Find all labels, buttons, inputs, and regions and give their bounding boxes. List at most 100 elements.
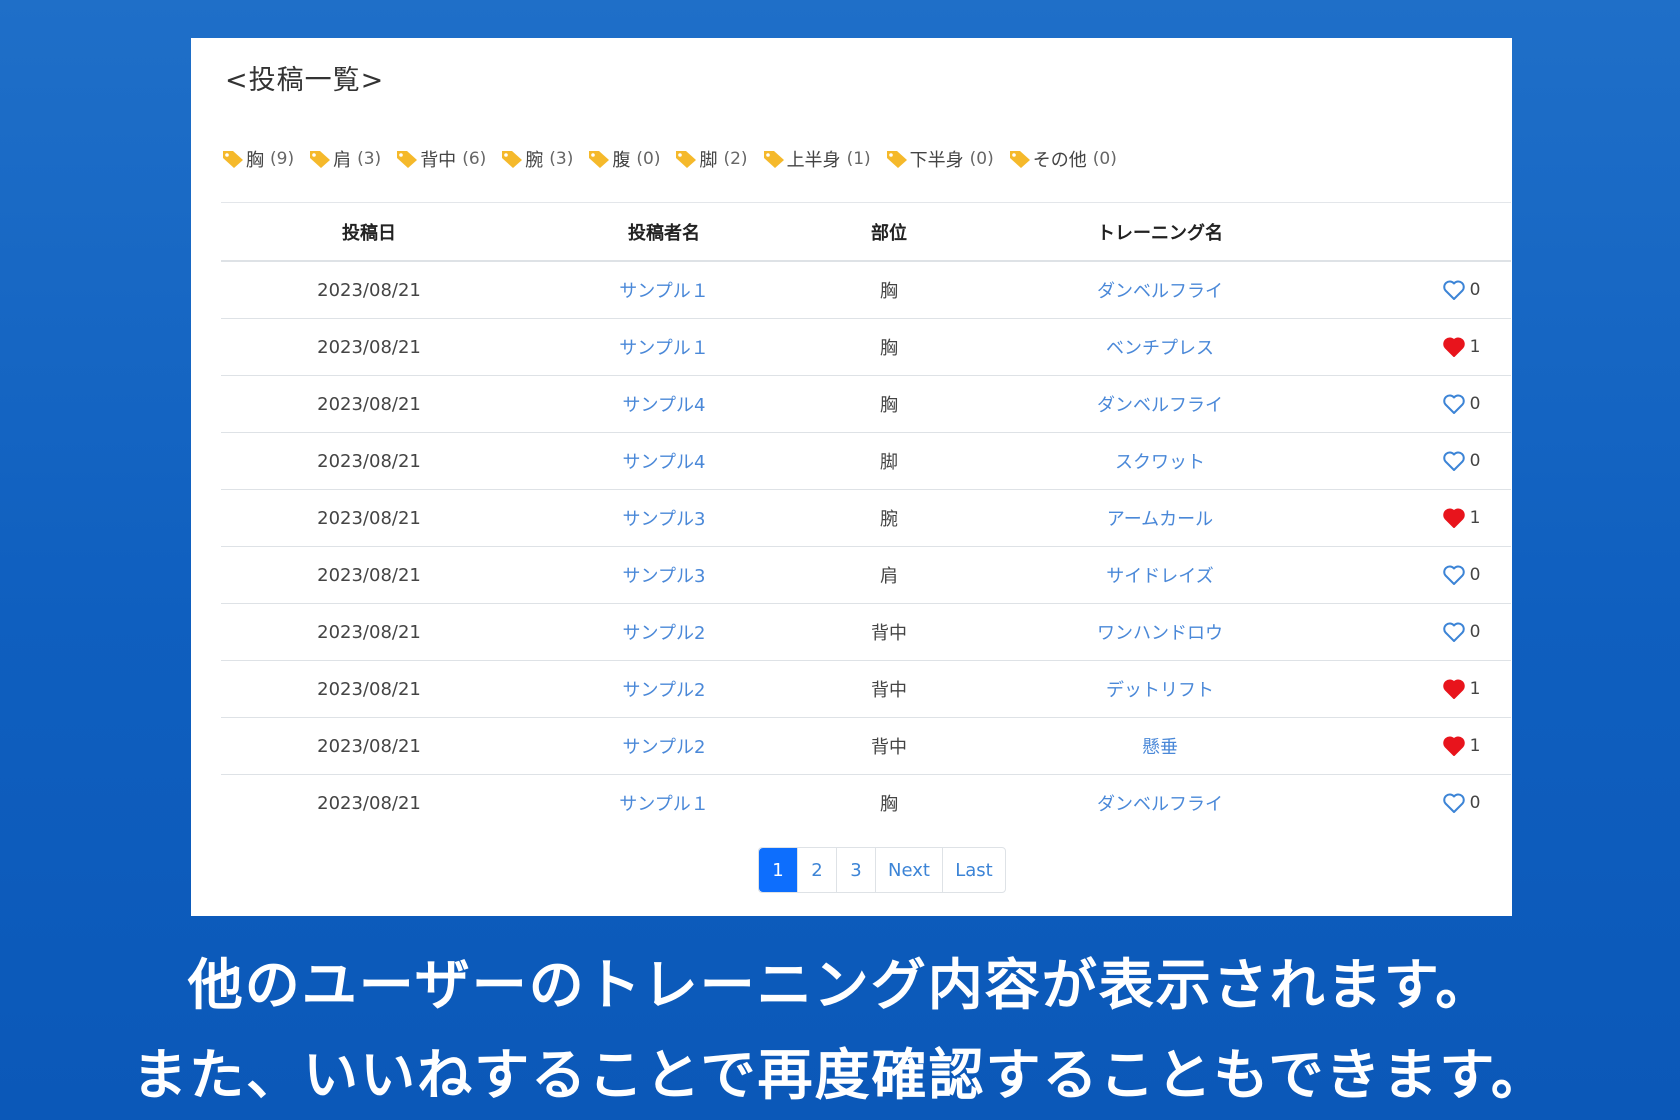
heart-filled-icon[interactable] [1442,507,1466,529]
like-cell: 0 [1353,621,1511,643]
heart-outline-icon[interactable] [1442,279,1466,301]
tag-label: その他 [1032,150,1087,171]
heart-outline-icon[interactable] [1442,564,1466,586]
cell-user-link[interactable]: サンプル2 [517,676,811,702]
cell-user-link[interactable]: サンプル4 [517,391,811,417]
heart-outline-icon[interactable] [1442,621,1466,643]
tag-filter-item[interactable]: その他 (0) [1008,146,1117,172]
page-3-button[interactable]: 3 [836,848,875,892]
tag-filter-item[interactable]: 脚 (2) [674,146,748,172]
like-count: 1 [1469,337,1481,357]
cell-date: 2023/08/21 [317,621,421,643]
cell-training-link[interactable]: ダンベルフライ [967,277,1353,303]
heart-outline-icon[interactable] [1442,792,1466,814]
table-header-row: 投稿日 投稿者名 部位 トレーニング名 [221,202,1511,262]
cell-training-link[interactable]: ワンハンドロウ [967,619,1353,645]
like-count: 0 [1469,793,1481,813]
tag-filter-item[interactable]: 肩 (3) [308,146,381,172]
tag-filter-item[interactable]: 腹 (0) [587,146,660,172]
cell-user-link[interactable]: サンプル3 [517,505,811,531]
tag-filter-item[interactable]: 下半身 (0) [885,146,994,172]
tag-filter-item[interactable]: 背中 (6) [395,146,486,172]
cell-part: 胸 [880,794,898,815]
page-2-button[interactable]: 2 [797,848,836,892]
tag-count: (6) [462,149,487,169]
table-row: 2023/08/21 サンプル4 胸 ダンベルフライ 0 [221,375,1511,432]
post-list-panel: <投稿一覧> 胸 (9) 肩 (3) 背中 (6) 腕 (3) 腹 (0) 脚 (2) 上半身 (1) 下半… [191,38,1512,916]
tag-icon [762,149,786,169]
tag-icon [885,149,909,169]
cell-user-link[interactable]: サンプル4 [517,448,811,474]
cell-user-link[interactable]: サンプル１ [517,790,811,816]
cell-training-link[interactable]: スクワット [967,448,1353,474]
cell-date: 2023/08/21 [317,735,421,757]
tag-icon [221,149,245,169]
page-1-button[interactable]: 1 [759,848,797,892]
cell-training-link[interactable]: デットリフト [967,676,1353,702]
cell-user-link[interactable]: サンプル2 [517,733,811,759]
tag-count: (1) [846,149,871,169]
tag-filter-item[interactable]: 腕 (3) [500,146,573,172]
tag-icon [500,149,524,169]
cell-date: 2023/08/21 [317,564,421,586]
cell-user-link[interactable]: サンプル１ [517,277,811,303]
cell-training-link[interactable]: ダンベルフライ [967,790,1353,816]
table-row: 2023/08/21 サンプル１ 胸 ダンベルフライ 0 [221,774,1511,831]
like-count: 0 [1469,280,1481,300]
table-row: 2023/08/21 サンプル2 背中 懸垂 1 [221,717,1511,774]
tag-label: 胸 [246,150,264,171]
cell-user-link[interactable]: サンプル3 [517,562,811,588]
tag-filter-item[interactable]: 胸 (9) [221,146,294,172]
cell-date: 2023/08/21 [317,279,421,301]
tag-icon [587,149,611,169]
tag-count: (9) [270,149,295,169]
last-page-button[interactable]: Last [942,848,1005,892]
heart-filled-icon[interactable] [1442,336,1466,358]
page-title: <投稿一覧> [225,65,385,96]
cell-date: 2023/08/21 [317,393,421,415]
tag-label: 肩 [333,150,352,171]
cell-user-link[interactable]: サンプル2 [517,619,811,645]
cell-training-link[interactable]: ベンチプレス [967,334,1353,360]
tag-label: 腹 [612,150,631,171]
header-training: トレーニング名 [1097,222,1223,244]
tag-icon [674,149,698,169]
like-count: 0 [1469,565,1481,585]
like-cell: 1 [1353,336,1511,358]
cell-part: 肩 [880,566,898,587]
next-page-button[interactable]: Next [875,848,942,892]
heart-filled-icon[interactable] [1442,735,1466,757]
cell-training-link[interactable]: 懸垂 [967,733,1353,759]
tag-label: 下半身 [909,150,964,171]
tag-filter-bar: 胸 (9) 肩 (3) 背中 (6) 腕 (3) 腹 (0) 脚 (2) 上半身 (1) 下半身 (0) その他… [221,146,1117,172]
heart-outline-icon[interactable] [1442,393,1466,415]
like-cell: 0 [1353,564,1511,586]
tag-count: (0) [1092,149,1117,169]
header-date: 投稿日 [342,222,396,244]
table-row: 2023/08/21 サンプル3 腕 アームカール 1 [221,489,1511,546]
cell-date: 2023/08/21 [317,507,421,529]
cell-part: 背中 [871,737,907,758]
heart-outline-icon[interactable] [1442,450,1466,472]
like-cell: 0 [1353,450,1511,472]
tag-icon [1008,149,1032,169]
tag-filter-item[interactable]: 上半身 (1) [762,146,871,172]
header-user: 投稿者名 [628,222,700,244]
like-count: 1 [1469,736,1481,756]
cell-training-link[interactable]: ダンベルフライ [967,391,1353,417]
cell-user-link[interactable]: サンプル１ [517,334,811,360]
table-row: 2023/08/21 サンプル2 背中 ワンハンドロウ 0 [221,603,1511,660]
header-part: 部位 [871,222,907,244]
cell-part: 背中 [871,680,907,701]
like-count: 0 [1469,394,1481,414]
like-count: 0 [1469,622,1481,642]
cell-training-link[interactable]: アームカール [967,505,1353,531]
table-row: 2023/08/21 サンプル2 背中 デットリフト 1 [221,660,1511,717]
tag-label: 脚 [699,150,718,171]
cell-part: 腕 [880,509,898,530]
like-cell: 1 [1353,735,1511,757]
heart-filled-icon[interactable] [1442,678,1466,700]
pagination: 1 2 3 Next Last [758,847,1006,893]
cell-date: 2023/08/21 [317,792,421,814]
cell-training-link[interactable]: サイドレイズ [967,562,1353,588]
